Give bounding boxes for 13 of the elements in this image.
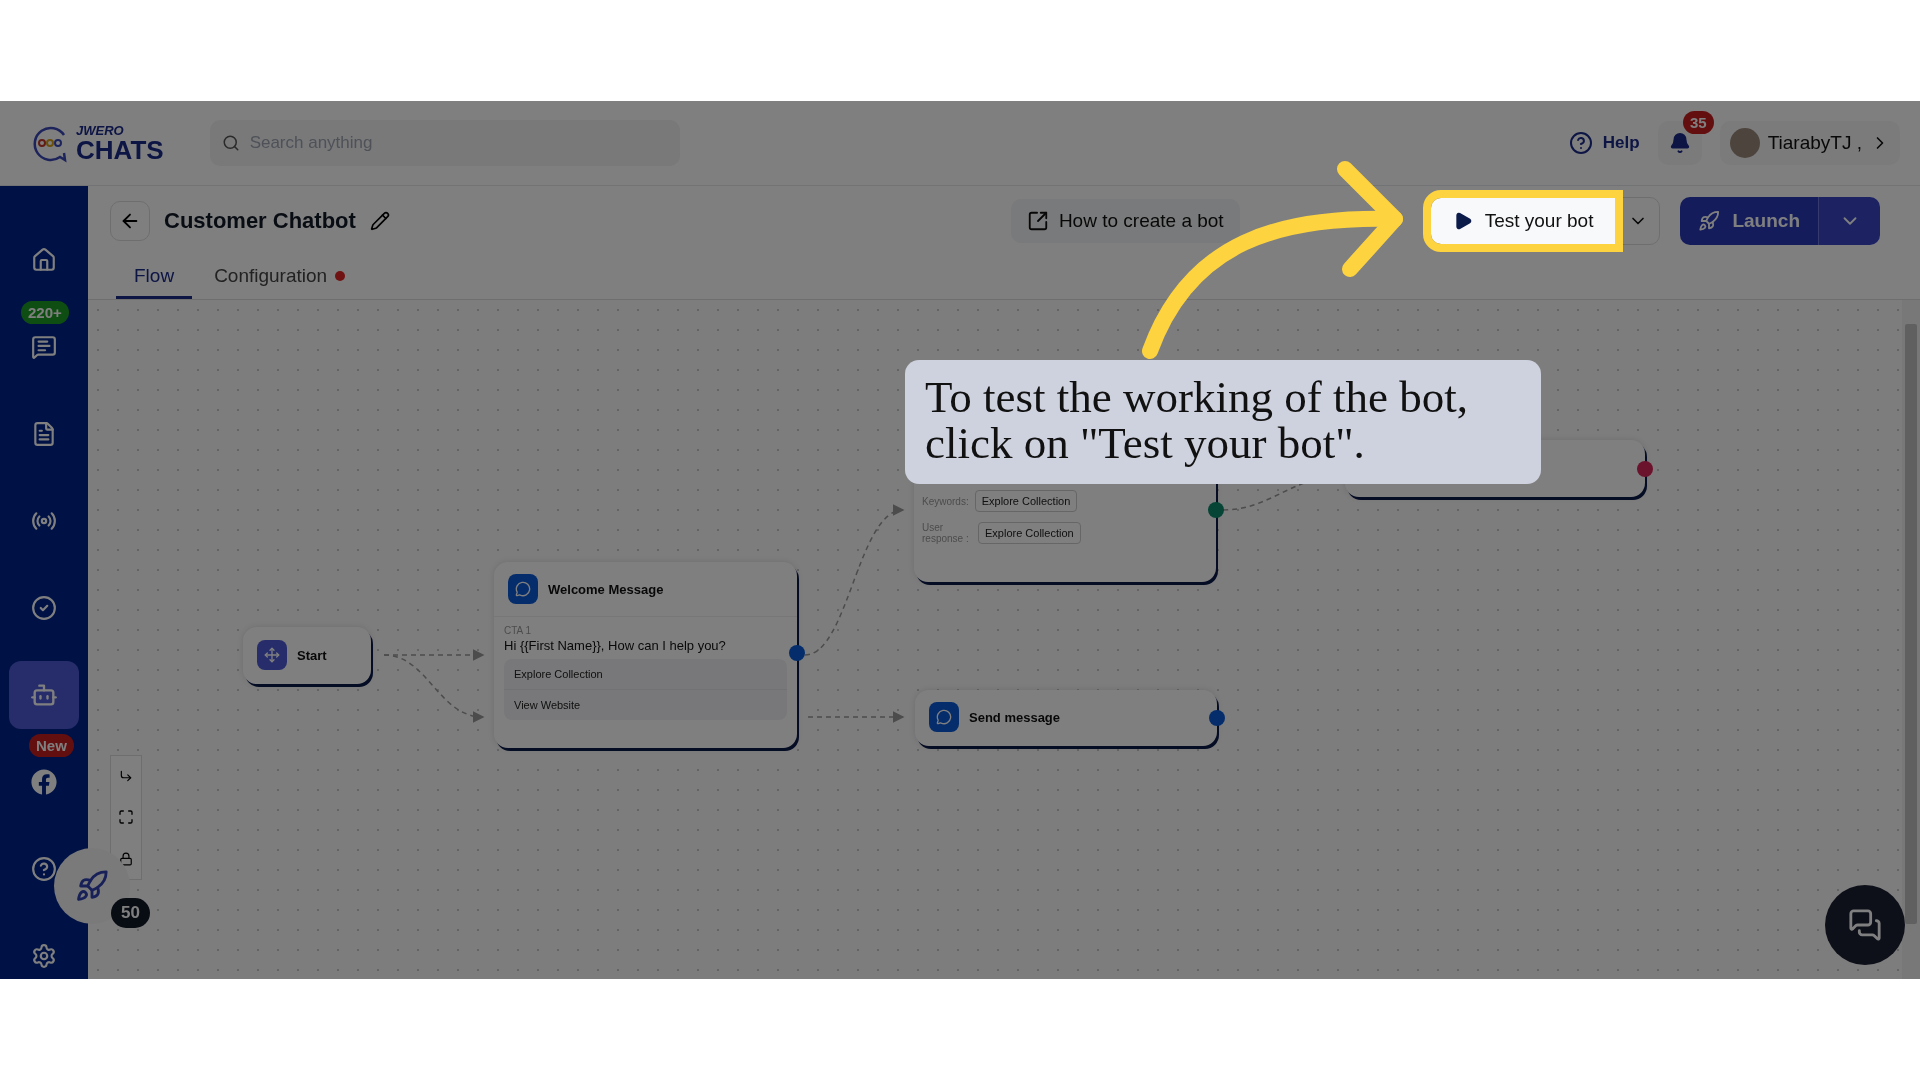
node-title: Welcome Message xyxy=(548,581,664,597)
page-title: Customer Chatbot xyxy=(164,208,356,234)
node-title: Start xyxy=(297,647,327,663)
sidebar-badge: 220+ xyxy=(21,301,69,324)
sidebar-badge: New xyxy=(29,734,74,757)
message-text: Hi {{First Name}}, How can I help you? xyxy=(504,638,727,653)
notification-count: 35 xyxy=(1683,111,1714,134)
tooltip-text: To test the working of the bot, click on "Test your bot". xyxy=(905,360,1541,484)
logo-text: CHATS xyxy=(76,136,164,163)
logo-text: JWERO xyxy=(76,123,125,137)
node-title: Send message xyxy=(969,709,1061,725)
keyword-tag: Explore Collection xyxy=(974,490,1078,512)
response-tag: Explore Collection xyxy=(978,522,1081,544)
